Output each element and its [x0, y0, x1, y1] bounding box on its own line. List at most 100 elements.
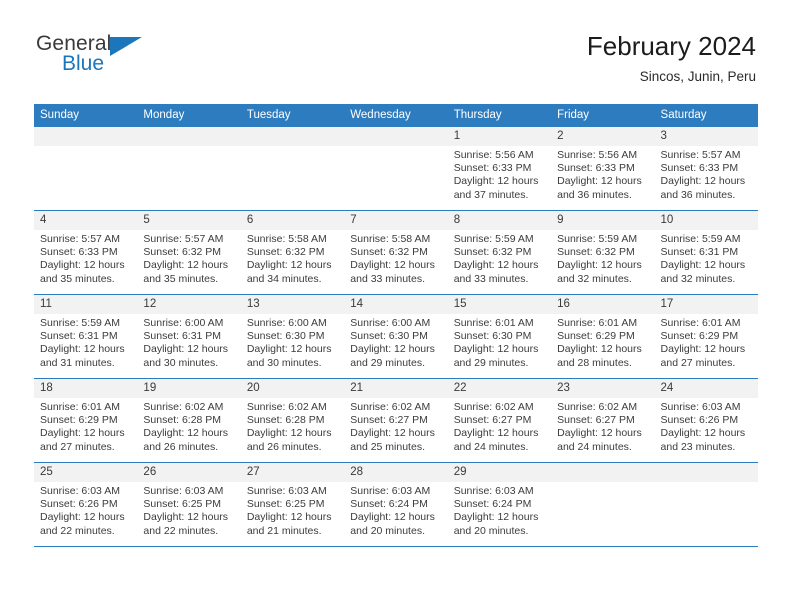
daylight-duration: Daylight: 12 hours and 23 minutes.: [660, 427, 746, 453]
calendar-day-cell-empty: [551, 462, 655, 547]
daylight-duration: Daylight: 12 hours and 24 minutes.: [453, 427, 539, 453]
weekday-header-wednesday: Wednesday: [344, 104, 448, 127]
sunrise-time: Sunrise: 5:56 AM: [557, 149, 638, 161]
calendar-day-cell[interactable]: 7 Sunrise: 5:58 AM Sunset: 6:32 PM Daylight…: [344, 210, 448, 295]
sunrise-time: Sunrise: 5:58 AM: [246, 233, 327, 245]
day-number: [344, 127, 448, 146]
sunrise-time: Sunrise: 6:03 AM: [40, 485, 120, 497]
calendar-day-cell[interactable]: 10 Sunrise: 5:59 AM Sunset: 6:31 PM Dayligh…: [654, 210, 758, 295]
day-details: Sunrise: 6:03 AM Sunset: 6:26 PM Daylight:…: [655, 398, 758, 454]
sunrise-time: Sunrise: 5:56 AM: [453, 149, 534, 161]
calendar-day-cell[interactable]: 11 Sunrise: 5:59 AM Sunset: 6:31 PM Dayligh…: [34, 294, 138, 379]
day-cell-inner: 3 Sunrise: 5:57 AM Sunset: 6:33 PM Daylight…: [654, 127, 758, 210]
day-cell-inner: 20 Sunrise: 6:02 AM Sunset: 6:28 PM Dayligh…: [240, 379, 345, 462]
sunrise-time: Sunrise: 6:01 AM: [40, 401, 120, 413]
day-cell-inner: 13 Sunrise: 6:00 AM Sunset: 6:30 PM Dayligh…: [240, 295, 345, 378]
weekday-header-tuesday: Tuesday: [240, 104, 345, 127]
sunrise-time: Sunrise: 6:03 AM: [143, 485, 224, 497]
sunset-time: Sunset: 6:32 PM: [246, 246, 325, 259]
sunset-time: Sunset: 6:31 PM: [40, 330, 118, 343]
sunrise-time: Sunrise: 6:03 AM: [453, 485, 534, 497]
logo-text-blue: Blue: [62, 52, 105, 75]
day-details: Sunrise: 6:02 AM Sunset: 6:28 PM Daylight:…: [137, 398, 240, 454]
day-number: 15: [447, 295, 552, 314]
daylight-duration: Daylight: 12 hours and 29 minutes.: [453, 343, 539, 369]
calendar-day-cell[interactable]: 20 Sunrise: 6:02 AM Sunset: 6:28 PM Dayligh…: [240, 378, 345, 463]
calendar-day-cell[interactable]: 23 Sunrise: 6:02 AM Sunset: 6:27 PM Dayligh…: [551, 378, 655, 463]
sunset-time: Sunset: 6:32 PM: [350, 246, 428, 259]
sunset-time: Sunset: 6:24 PM: [350, 498, 428, 511]
day-cell-inner: 22 Sunrise: 6:02 AM Sunset: 6:27 PM Dayligh…: [447, 379, 552, 462]
calendar-day-cell[interactable]: 19 Sunrise: 6:02 AM Sunset: 6:28 PM Dayligh…: [137, 378, 241, 463]
calendar-day-cell[interactable]: 15 Sunrise: 6:01 AM Sunset: 6:30 PM Dayligh…: [447, 294, 552, 379]
sunset-time: Sunset: 6:27 PM: [453, 414, 532, 427]
calendar-day-cell[interactable]: 2 Sunrise: 5:56 AM Sunset: 6:33 PM Daylight…: [551, 127, 655, 211]
sunrise-time: Sunrise: 6:03 AM: [350, 485, 431, 497]
day-number: 13: [240, 295, 345, 314]
calendar-day-cell[interactable]: 13 Sunrise: 6:00 AM Sunset: 6:30 PM Dayligh…: [240, 294, 345, 379]
sunrise-time: Sunrise: 6:01 AM: [660, 317, 741, 329]
calendar-day-cell[interactable]: 18 Sunrise: 6:01 AM Sunset: 6:29 PM Dayligh…: [34, 378, 138, 463]
calendar-week-row: 18 Sunrise: 6:01 AM Sunset: 6:29 PM Dayligh…: [34, 378, 758, 463]
calendar-day-cell[interactable]: 12 Sunrise: 6:00 AM Sunset: 6:31 PM Dayligh…: [137, 294, 241, 379]
general-blue-logo[interactable]: General Blue: [36, 33, 236, 85]
day-cell-inner: 12 Sunrise: 6:00 AM Sunset: 6:31 PM Dayligh…: [137, 295, 241, 378]
day-details: Sunrise: 6:02 AM Sunset: 6:27 PM Daylight:…: [344, 398, 447, 454]
daylight-duration: Daylight: 12 hours and 20 minutes.: [350, 511, 435, 537]
sunset-time: Sunset: 6:24 PM: [453, 498, 532, 511]
calendar-day-cell[interactable]: 28 Sunrise: 6:03 AM Sunset: 6:24 PM Dayligh…: [344, 462, 448, 547]
calendar-day-cell[interactable]: 9 Sunrise: 5:59 AM Sunset: 6:32 PM Daylight…: [551, 210, 655, 295]
day-details: Sunrise: 6:03 AM Sunset: 6:25 PM Daylight:…: [241, 482, 344, 538]
calendar-day-cell[interactable]: 1 Sunrise: 5:56 AM Sunset: 6:33 PM Daylight…: [447, 127, 552, 211]
calendar-day-cell[interactable]: 16 Sunrise: 6:01 AM Sunset: 6:29 PM Dayligh…: [551, 294, 655, 379]
calendar-day-cell[interactable]: 27 Sunrise: 6:03 AM Sunset: 6:25 PM Dayligh…: [240, 462, 345, 547]
sunset-time: Sunset: 6:26 PM: [660, 414, 739, 427]
day-details: Sunrise: 5:59 AM Sunset: 6:31 PM Daylight:…: [655, 230, 758, 286]
daylight-duration: Daylight: 12 hours and 30 minutes.: [143, 343, 229, 369]
calendar-day-cell[interactable]: 17 Sunrise: 6:01 AM Sunset: 6:29 PM Dayligh…: [654, 294, 758, 379]
calendar-day-cell[interactable]: 21 Sunrise: 6:02 AM Sunset: 6:27 PM Dayligh…: [344, 378, 448, 463]
calendar-day-cell[interactable]: 8 Sunrise: 5:59 AM Sunset: 6:32 PM Daylight…: [447, 210, 552, 295]
day-details: Sunrise: 5:58 AM Sunset: 6:32 PM Daylight:…: [241, 230, 344, 286]
calendar-day-cell[interactable]: 3 Sunrise: 5:57 AM Sunset: 6:33 PM Daylight…: [654, 127, 758, 211]
day-details: Sunrise: 5:57 AM Sunset: 6:32 PM Daylight:…: [137, 230, 240, 286]
calendar-day-cell[interactable]: 4 Sunrise: 5:57 AM Sunset: 6:33 PM Daylight…: [34, 210, 138, 295]
day-details: Sunrise: 6:03 AM Sunset: 6:24 PM Daylight:…: [448, 482, 551, 538]
day-number: [34, 127, 138, 146]
daylight-duration: Daylight: 12 hours and 22 minutes.: [143, 511, 229, 537]
weekday-header-friday: Friday: [551, 104, 655, 127]
calendar-day-cell[interactable]: 26 Sunrise: 6:03 AM Sunset: 6:25 PM Dayligh…: [137, 462, 241, 547]
daylight-duration: Daylight: 12 hours and 27 minutes.: [40, 427, 125, 453]
day-cell-inner: 1 Sunrise: 5:56 AM Sunset: 6:33 PM Daylight…: [447, 127, 552, 210]
calendar-day-cell[interactable]: 6 Sunrise: 5:58 AM Sunset: 6:32 PM Daylight…: [240, 210, 345, 295]
calendar-day-cell[interactable]: 14 Sunrise: 6:00 AM Sunset: 6:30 PM Dayligh…: [344, 294, 448, 379]
day-number: 12: [137, 295, 241, 314]
day-number: 17: [654, 295, 758, 314]
calendar-day-cell[interactable]: 25 Sunrise: 6:03 AM Sunset: 6:26 PM Dayligh…: [34, 462, 138, 547]
day-cell-inner: 29 Sunrise: 6:03 AM Sunset: 6:24 PM Dayligh…: [447, 463, 552, 546]
daylight-duration: Daylight: 12 hours and 35 minutes.: [40, 259, 125, 285]
daylight-duration: Daylight: 12 hours and 34 minutes.: [246, 259, 332, 285]
sunrise-time: Sunrise: 5:59 AM: [557, 233, 638, 245]
sunrise-time: Sunrise: 6:02 AM: [143, 401, 224, 413]
day-number: 3: [654, 127, 758, 146]
calendar-day-cell-empty: [654, 462, 758, 547]
day-details: Sunrise: 5:57 AM Sunset: 6:33 PM Daylight:…: [655, 146, 758, 202]
day-number: [137, 127, 241, 146]
sunrise-time: Sunrise: 6:03 AM: [246, 485, 327, 497]
sunset-time: Sunset: 6:30 PM: [350, 330, 428, 343]
day-details: Sunrise: 6:01 AM Sunset: 6:30 PM Daylight:…: [448, 314, 551, 370]
calendar-day-cell[interactable]: 22 Sunrise: 6:02 AM Sunset: 6:27 PM Dayligh…: [447, 378, 552, 463]
calendar-day-cell[interactable]: 24 Sunrise: 6:03 AM Sunset: 6:26 PM Dayligh…: [654, 378, 758, 463]
calendar-day-cell[interactable]: 29 Sunrise: 6:03 AM Sunset: 6:24 PM Dayligh…: [447, 462, 552, 547]
daylight-duration: Daylight: 12 hours and 33 minutes.: [453, 259, 539, 285]
day-details: Sunrise: 5:59 AM Sunset: 6:32 PM Daylight:…: [448, 230, 551, 286]
day-details: Sunrise: 6:01 AM Sunset: 6:29 PM Daylight:…: [655, 314, 758, 370]
day-number: [551, 463, 655, 482]
day-details: Sunrise: 6:02 AM Sunset: 6:28 PM Daylight:…: [241, 398, 344, 454]
calendar-week-row: 11 Sunrise: 5:59 AM Sunset: 6:31 PM Dayligh…: [34, 294, 758, 379]
calendar-day-cell[interactable]: 5 Sunrise: 5:57 AM Sunset: 6:32 PM Daylight…: [137, 210, 241, 295]
weekday-header-monday: Monday: [137, 104, 241, 127]
day-number: 26: [137, 463, 241, 482]
day-number: 24: [654, 379, 758, 398]
